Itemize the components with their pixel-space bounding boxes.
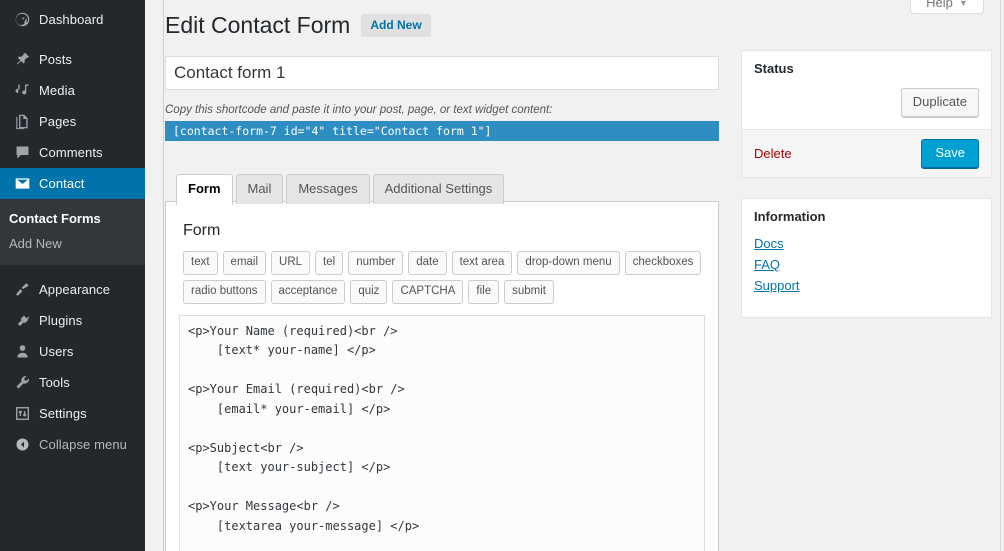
sidebar-item-pages[interactable]: Pages — [0, 106, 145, 137]
settings-icon — [9, 405, 35, 422]
save-button[interactable]: Save — [921, 139, 979, 169]
delete-link[interactable]: Delete — [754, 146, 792, 161]
contact-form-editor-tabs: Form Mail Messages Additional Settings — [176, 173, 507, 206]
sidebar-item-users[interactable]: Users — [0, 336, 145, 367]
faq-link[interactable]: FAQ — [754, 257, 979, 272]
status-panel-body: Duplicate — [742, 87, 991, 129]
support-link[interactable]: Support — [754, 278, 979, 293]
wrench-icon — [9, 374, 35, 391]
tag-button-tel[interactable]: tel — [315, 251, 344, 275]
tag-button-date[interactable]: date — [408, 251, 447, 275]
window-right-edge — [1000, 0, 1004, 551]
tag-button-text[interactable]: text — [183, 251, 218, 275]
collapse-arrow-icon — [9, 437, 35, 452]
information-panel: Information Docs FAQ Support — [741, 198, 992, 319]
tag-button-number[interactable]: number — [348, 251, 404, 275]
page-header: Edit Contact Form Add New — [165, 11, 431, 40]
tag-button-email[interactable]: email — [222, 251, 267, 275]
sidebar-item-label: Posts — [39, 52, 73, 67]
plug-icon — [9, 312, 35, 329]
tag-button-drop-down-menu[interactable]: drop-down menu — [517, 251, 620, 275]
form-panel-heading: Form — [183, 222, 221, 239]
comment-icon — [9, 144, 35, 161]
sidebar-item-label: Contact — [39, 176, 85, 191]
collapse-menu-label: Collapse menu — [39, 437, 128, 452]
sidebar-item-settings[interactable]: Settings — [0, 398, 145, 429]
status-panel: Status Duplicate Delete Save — [741, 50, 992, 179]
tag-generator-buttons: text email URL tel number date text area… — [183, 251, 703, 304]
duplicate-button[interactable]: Duplicate — [900, 87, 979, 118]
chevron-down-icon: ▼ — [958, 0, 968, 8]
menu-separator — [0, 35, 145, 44]
information-panel-title: Information — [754, 209, 826, 225]
submenu-item-add-new[interactable]: Add New — [0, 231, 145, 256]
docs-link[interactable]: Docs — [754, 236, 979, 251]
page-title: Edit Contact Form — [165, 12, 351, 38]
form-editor-panel: Form text email URL tel number date text… — [165, 201, 719, 551]
tab-form[interactable]: Form — [176, 174, 233, 206]
pin-icon — [9, 51, 35, 68]
sidebar-item-plugins[interactable]: Plugins — [0, 305, 145, 336]
help-tab-button[interactable]: Help ▼ — [910, 0, 984, 14]
information-panel-body: Docs FAQ Support — [742, 236, 991, 317]
envelope-icon — [9, 175, 35, 192]
tab-mail[interactable]: Mail — [235, 174, 284, 205]
sidebar-item-dashboard[interactable]: Dashboard — [0, 4, 145, 35]
shortcode-help-text: Copy this shortcode and paste it into yo… — [165, 104, 553, 116]
media-icon — [9, 82, 35, 99]
tag-button-captcha[interactable]: CAPTCHA — [392, 279, 464, 304]
sidebar-submenu-contact: Contact Forms Add New — [0, 199, 145, 265]
main-content: Help ▼ Edit Contact Form Add New Copy th… — [165, 0, 1004, 551]
sidebar-item-comments[interactable]: Comments — [0, 137, 145, 168]
sidebar-item-tools[interactable]: Tools — [0, 367, 145, 398]
sidebar-item-label: Pages — [39, 114, 77, 129]
tab-messages[interactable]: Messages — [286, 174, 370, 205]
sidebar-item-label: Appearance — [39, 282, 111, 297]
sidebar-item-label: Users — [39, 344, 74, 359]
tag-button-url[interactable]: URL — [271, 251, 311, 275]
sidebar-item-label: Dashboard — [39, 12, 104, 27]
tab-additional-settings[interactable]: Additional Settings — [372, 174, 505, 205]
collapse-menu-button[interactable]: Collapse menu — [0, 429, 145, 460]
sidebar-item-appearance[interactable]: Appearance — [0, 274, 145, 305]
menu-separator — [0, 265, 145, 274]
sidebar-item-label: Settings — [39, 406, 87, 421]
tag-button-text-area[interactable]: text area — [451, 251, 513, 275]
sidebar-item-label: Media — [39, 83, 75, 98]
side-panel-container: Status Duplicate Delete Save Information… — [741, 50, 992, 338]
sidebar-item-label: Tools — [39, 375, 70, 390]
sidebar-item-contact[interactable]: Contact — [0, 168, 153, 199]
tag-button-submit[interactable]: submit — [504, 279, 554, 304]
submenu-item-contact-forms[interactable]: Contact Forms — [0, 206, 145, 231]
add-new-button[interactable]: Add New — [361, 13, 431, 38]
shortcode-value[interactable]: [contact-form-7 id="4" title="Contact fo… — [165, 121, 719, 141]
tag-button-file[interactable]: file — [468, 279, 500, 304]
pages-icon — [9, 113, 35, 130]
admin-screen: Dashboard Posts Media Pages Comments Con… — [0, 0, 1004, 551]
title-field-wrapper — [165, 56, 719, 90]
tag-button-acceptance[interactable]: acceptance — [270, 279, 346, 304]
sidebar-item-media[interactable]: Media — [0, 75, 145, 106]
tag-button-radio-buttons[interactable]: radio buttons — [183, 279, 266, 304]
help-label: Help — [926, 0, 953, 10]
tag-button-quiz[interactable]: quiz — [350, 279, 388, 304]
sidebar-content-divider — [145, 0, 164, 551]
form-title-input[interactable] — [165, 56, 719, 90]
form-body-textarea-wrapper — [179, 314, 705, 551]
brush-icon — [9, 281, 35, 298]
dashboard-icon — [9, 11, 35, 28]
sidebar-item-label: Comments — [39, 145, 103, 160]
status-panel-title: Status — [754, 61, 794, 76]
user-icon — [9, 343, 35, 360]
admin-sidebar: Dashboard Posts Media Pages Comments Con… — [0, 0, 153, 551]
form-body-textarea[interactable] — [180, 315, 704, 551]
sidebar-item-posts[interactable]: Posts — [0, 44, 145, 75]
sidebar-item-label: Plugins — [39, 313, 83, 328]
tag-button-checkboxes[interactable]: checkboxes — [624, 251, 702, 275]
status-panel-footer: Delete Save — [742, 129, 991, 178]
